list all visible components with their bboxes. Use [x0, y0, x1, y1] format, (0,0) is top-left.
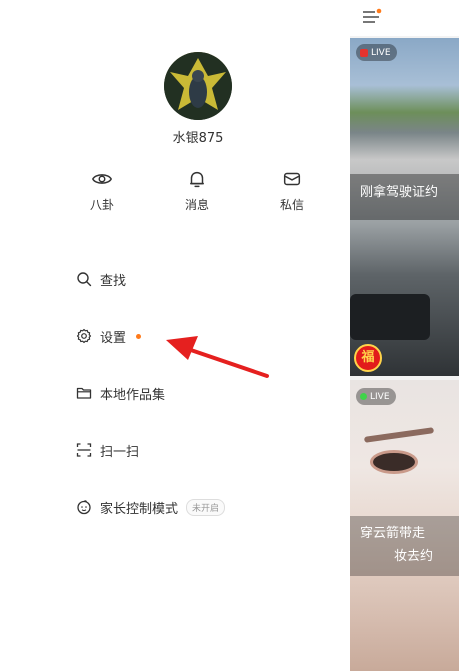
quick-action-label: 私信 — [279, 198, 304, 212]
live-card[interactable]: LIVE 穿云箭带走 妆去约 — [350, 380, 459, 671]
live-badge: LIVE — [356, 44, 397, 61]
hamburger-menu-icon[interactable] — [362, 8, 382, 26]
face-image-eye — [370, 450, 418, 474]
menu-item-label: 家长控制模式 — [100, 501, 179, 517]
live-feed: LIVE 刚拿驾驶证约 福 LIVE 穿云箭带走 妆去约 — [350, 0, 459, 671]
menu-item-label: 设置 — [100, 330, 127, 346]
live-indicator-icon — [360, 48, 368, 57]
settings-gear-icon — [76, 328, 92, 344]
quick-action-label: 八卦 — [89, 198, 114, 212]
card-caption: 刚拿驾驶证约 — [360, 185, 439, 200]
live-card[interactable]: LIVE 刚拿驾驶证约 福 — [350, 38, 459, 376]
child-face-icon — [77, 500, 91, 515]
quick-action-gossip[interactable]: 八卦 — [72, 168, 132, 213]
folder-icon — [76, 387, 92, 399]
username: 水银875 — [172, 131, 224, 146]
card-caption-bar: 穿云箭带走 妆去约 — [350, 516, 459, 576]
live-badge: LIVE — [356, 388, 396, 405]
live-label: LIVE — [370, 391, 390, 402]
status-badge: 未开启 — [186, 498, 226, 516]
mail-icon — [283, 172, 301, 186]
menu-item-label: 查找 — [100, 273, 127, 289]
quick-action-label: 消息 — [184, 198, 209, 212]
card-caption-line2: 妆去约 — [394, 549, 434, 564]
quick-actions: 八卦 消息 私信 — [0, 168, 350, 218]
search-icon — [77, 272, 92, 287]
menu-item-parental-control[interactable]: 家长控制模式 未开启 — [76, 496, 226, 518]
eye-icon — [92, 174, 112, 184]
notification-dot — [136, 333, 142, 339]
bell-icon — [190, 171, 204, 188]
menu-item-label: 本地作品集 — [100, 387, 166, 403]
face-image — [363, 427, 435, 443]
feed-top-bar — [350, 0, 459, 36]
car-image — [350, 294, 430, 340]
menu-item-search[interactable]: 查找 — [76, 268, 126, 290]
card-caption-bar: 刚拿驾驶证约 — [350, 174, 459, 220]
live-indicator-icon — [360, 393, 367, 400]
menu-item-scan[interactable]: 扫一扫 — [76, 439, 139, 461]
quick-action-direct-messages[interactable]: 私信 — [262, 168, 322, 213]
scan-icon — [76, 443, 92, 457]
menu-item-local-works[interactable]: 本地作品集 — [76, 382, 165, 404]
menu-item-label: 扫一扫 — [100, 444, 140, 460]
fortune-badge-icon: 福 — [354, 344, 382, 372]
card-caption-line1: 穿云箭带走 — [360, 526, 426, 541]
avatar[interactable] — [164, 52, 232, 120]
menu-item-settings[interactable]: 设置 — [76, 325, 142, 347]
live-label: LIVE — [371, 47, 391, 58]
quick-action-messages[interactable]: 消息 — [167, 168, 227, 213]
side-drawer: 水银875 八卦 消息 私信 查找 设置 本地作品集 扫一扫 家长控制模式 未开… — [0, 0, 350, 671]
